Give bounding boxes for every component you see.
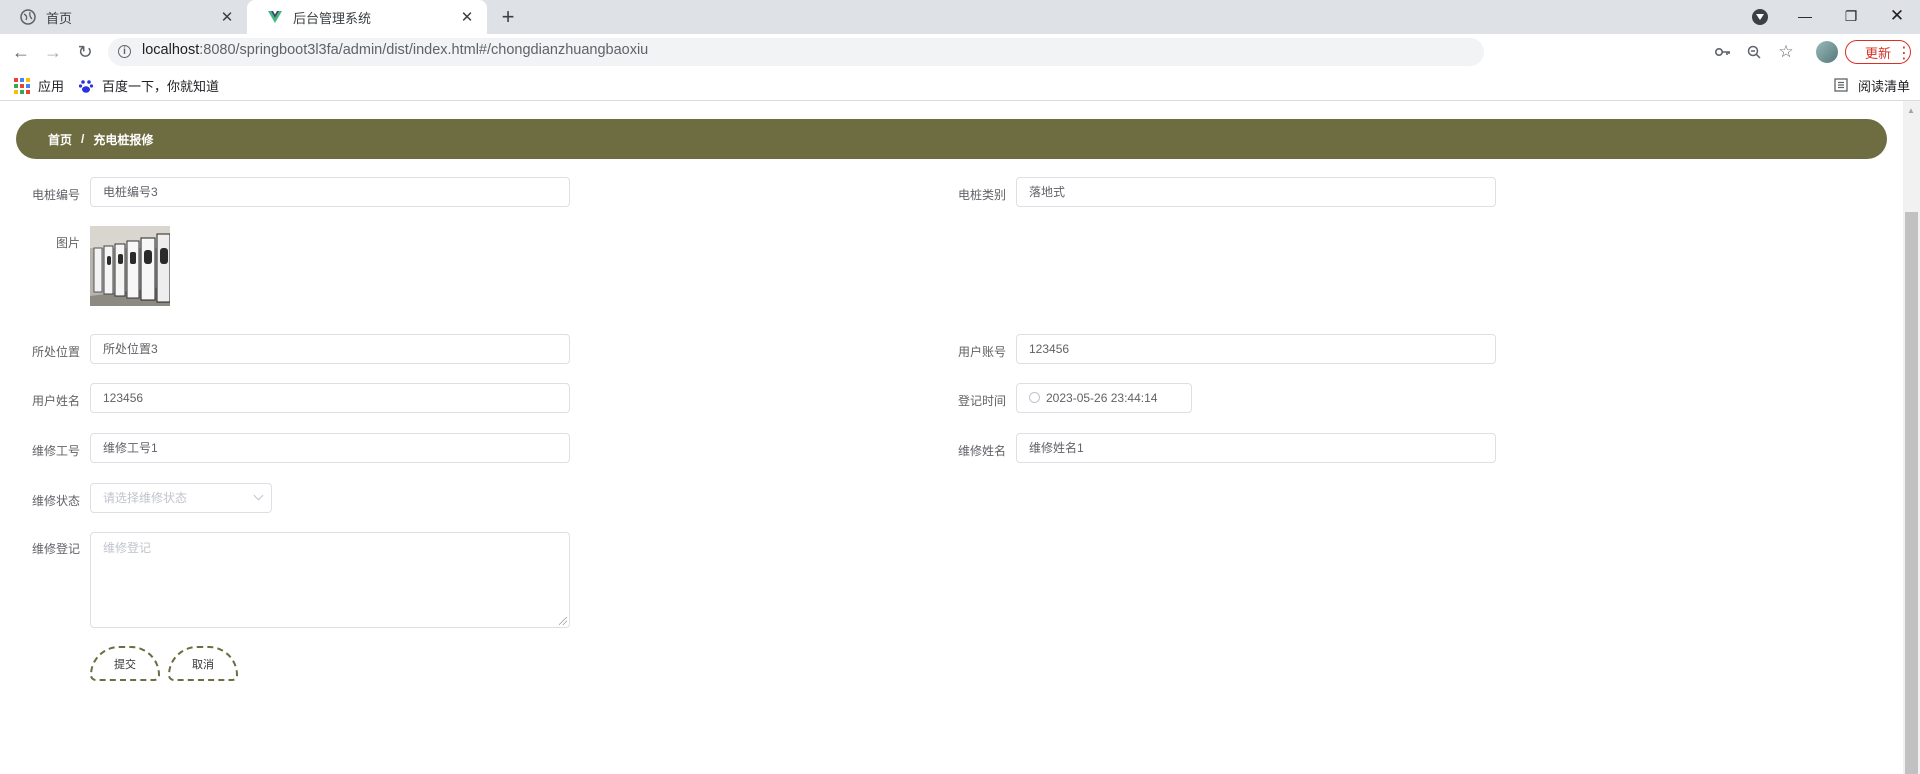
bookmark-label: 应用 (38, 79, 65, 94)
user-account-label: 用户账号 (957, 345, 1006, 359)
breadcrumb-home[interactable]: 首页 (48, 131, 72, 148)
info-icon[interactable]: i (118, 45, 131, 58)
location-label: 所处位置 (31, 345, 80, 359)
submit-label: 提交 (114, 658, 136, 671)
reading-list[interactable]: 阅读清单 (1834, 76, 1910, 95)
close-tab-icon[interactable]: ✕ (455, 5, 479, 29)
key-icon[interactable] (1714, 43, 1732, 61)
globe-icon (20, 9, 36, 25)
tab-title: 后台管理系统 (293, 10, 372, 26)
pile-no-label: 电桩编号 (31, 188, 80, 202)
breadcrumb-current: 充电桩报修 (93, 132, 154, 147)
charging-pile-photo[interactable] (90, 226, 170, 306)
location-input[interactable]: 所处位置3 (90, 334, 570, 364)
new-tab-plus-icon[interactable]: + (494, 4, 522, 29)
repair-record-textarea[interactable]: 维修登记 (90, 532, 570, 628)
reload-icon[interactable]: ↻ (75, 42, 95, 62)
tab-home[interactable]: 首页 ✕ (0, 0, 247, 34)
reading-list-label: 阅读清单 (1858, 79, 1911, 94)
tab-title: 首页 (46, 10, 73, 26)
restore-icon[interactable]: ❐ (1828, 0, 1874, 32)
tab-admin[interactable]: 后台管理系统 ✕ (247, 0, 487, 34)
repair-id-label: 维修工号 (31, 444, 80, 458)
forward-arrow-icon[interactable]: → (43, 42, 63, 62)
register-time-label: 登记时间 (957, 394, 1006, 408)
cancel-button[interactable]: 取消 (168, 646, 238, 681)
register-time-picker[interactable]: 2023-05-26 23:44:14 (1016, 383, 1192, 413)
bookmark-apps[interactable]: 应用 (14, 76, 64, 95)
bookmark-label: 百度一下，你就知道 (102, 79, 220, 94)
update-label: 更新 (1864, 45, 1891, 61)
resize-handle-icon[interactable] (559, 617, 567, 625)
scroll-up-arrow-icon[interactable]: ▲ (1907, 106, 1915, 115)
repair-name-input[interactable]: 维修姓名1 (1016, 433, 1496, 463)
zoom-icon[interactable] (1745, 43, 1763, 61)
back-arrow-icon[interactable]: ← (11, 42, 31, 62)
repair-id-input[interactable]: 维修工号1 (90, 433, 570, 463)
url-path: :8080/springboot3l3fa/admin/dist/index.h… (199, 42, 649, 58)
close-tab-icon[interactable]: ✕ (215, 5, 239, 29)
breadcrumb-separator: / (81, 132, 85, 146)
tab-search-icon[interactable] (1752, 9, 1768, 25)
minimize-icon[interactable]: — (1782, 0, 1828, 32)
chevron-down-icon (253, 490, 264, 501)
clock-icon (1029, 392, 1040, 403)
reading-list-icon (1834, 77, 1850, 94)
repair-record-label: 维修登记 (31, 542, 80, 556)
scrollbar-thumb[interactable] (1905, 212, 1918, 774)
vue-logo-icon (267, 9, 283, 25)
apps-grid-icon (14, 77, 30, 94)
user-account-input[interactable]: 123456 (1016, 334, 1496, 364)
repair-name-label: 维修姓名 (957, 444, 1006, 458)
baidu-paw-icon (78, 78, 94, 94)
submit-button[interactable]: 提交 (90, 646, 160, 681)
bookmarks-bar (0, 70, 1920, 101)
avatar[interactable] (1816, 41, 1838, 63)
bookmark-baidu[interactable]: 百度一下，你就知道 (78, 76, 219, 95)
register-time-value: 2023-05-26 23:44:14 (1046, 391, 1158, 405)
pile-no-input[interactable]: 电桩编号3 (90, 177, 570, 207)
pile-type-label: 电桩类别 (957, 188, 1006, 202)
star-icon[interactable]: ☆ (1777, 42, 1795, 61)
url-text[interactable]: localhost:8080/springboot3l3fa/admin/dis… (142, 42, 648, 58)
image-label: 图片 (55, 236, 80, 250)
repair-status-placeholder: 请选择维修状态 (103, 491, 188, 505)
user-name-label: 用户姓名 (31, 394, 80, 408)
more-menu-icon[interactable]: ⋮ (1896, 43, 1912, 63)
user-name-input[interactable]: 123456 (90, 383, 570, 413)
cancel-label: 取消 (192, 658, 214, 671)
repair-status-label: 维修状态 (31, 494, 80, 508)
url-host: localhost (142, 42, 200, 58)
repair-status-select[interactable]: 请选择维修状态 (90, 483, 272, 513)
repair-record-placeholder: 维修登记 (103, 541, 152, 555)
breadcrumb: 首页 / 充电桩报修 (16, 119, 1887, 159)
pile-type-input[interactable]: 落地式 (1016, 177, 1496, 207)
close-window-icon[interactable]: ✕ (1874, 0, 1920, 32)
